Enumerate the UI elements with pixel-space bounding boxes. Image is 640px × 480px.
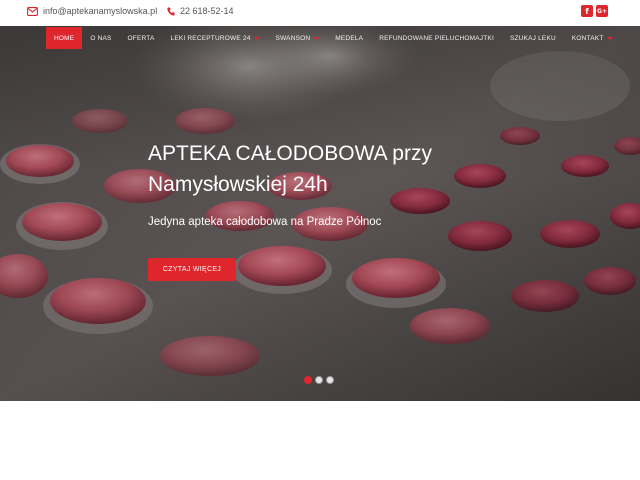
nav-item-home[interactable]: HOME — [46, 27, 83, 49]
nav-item-refundowane-pieluchomajtki[interactable]: REFUNDOWANE PIELUCHOMAJTKI — [371, 27, 502, 49]
nav-item-leki-recepturowe[interactable]: LEKI RECEPTUROWE 24 — [163, 27, 268, 49]
google-plus-icon[interactable]: G+ — [596, 5, 608, 17]
hero-overlay — [0, 26, 640, 401]
facebook-icon[interactable]: f — [581, 5, 593, 17]
hero-subtitle: Jedyna apteka całodobowa na Pradze Półno… — [148, 216, 382, 228]
nav-item-o-nas[interactable]: O NAS — [82, 27, 119, 49]
phone-contact[interactable]: 22 618-52-14 — [167, 6, 234, 16]
nav-item-swanson[interactable]: SWANSON — [268, 27, 328, 49]
email-text[interactable]: info@aptekanamyslowska.pl — [43, 6, 157, 16]
top-contact-bar: info@aptekanamyslowska.pl 22 618-52-14 f… — [0, 0, 640, 26]
main-navigation: HOME O NAS OFERTA LEKI RECEPTUROWE 24 SW… — [46, 27, 621, 49]
hero-slider: HOME O NAS OFERTA LEKI RECEPTUROWE 24 SW… — [0, 26, 640, 401]
nav-item-kontakt[interactable]: KONTAKT — [564, 27, 621, 49]
email-contact[interactable]: info@aptekanamyslowska.pl — [27, 6, 157, 16]
chevron-down-icon — [253, 36, 260, 40]
nav-item-oferta[interactable]: OFERTA — [120, 27, 163, 49]
slide-dot-1[interactable] — [304, 376, 312, 384]
chevron-down-icon — [313, 36, 320, 40]
nav-item-medela[interactable]: MEDELA — [327, 27, 371, 49]
hero-title-line-2: Namysłowskiej 24h — [148, 173, 328, 196]
nav-item-szukaj-leku[interactable]: SZUKAJ LEKU — [502, 27, 564, 49]
hero-title: APTEKA CAŁODOBOWA przy Namysłowskiej 24h — [148, 138, 528, 200]
slide-dot-3[interactable] — [326, 376, 334, 384]
phone-icon — [167, 7, 175, 16]
phone-text[interactable]: 22 618-52-14 — [180, 6, 234, 16]
envelope-icon — [27, 6, 38, 16]
chevron-down-icon — [606, 36, 613, 40]
hero-title-line-1: APTEKA CAŁODOBOWA przy — [148, 142, 432, 165]
slider-pagination — [304, 376, 334, 384]
read-more-button[interactable]: CZYTAJ WIĘCEJ — [148, 258, 236, 281]
slide-dot-2[interactable] — [315, 376, 323, 384]
